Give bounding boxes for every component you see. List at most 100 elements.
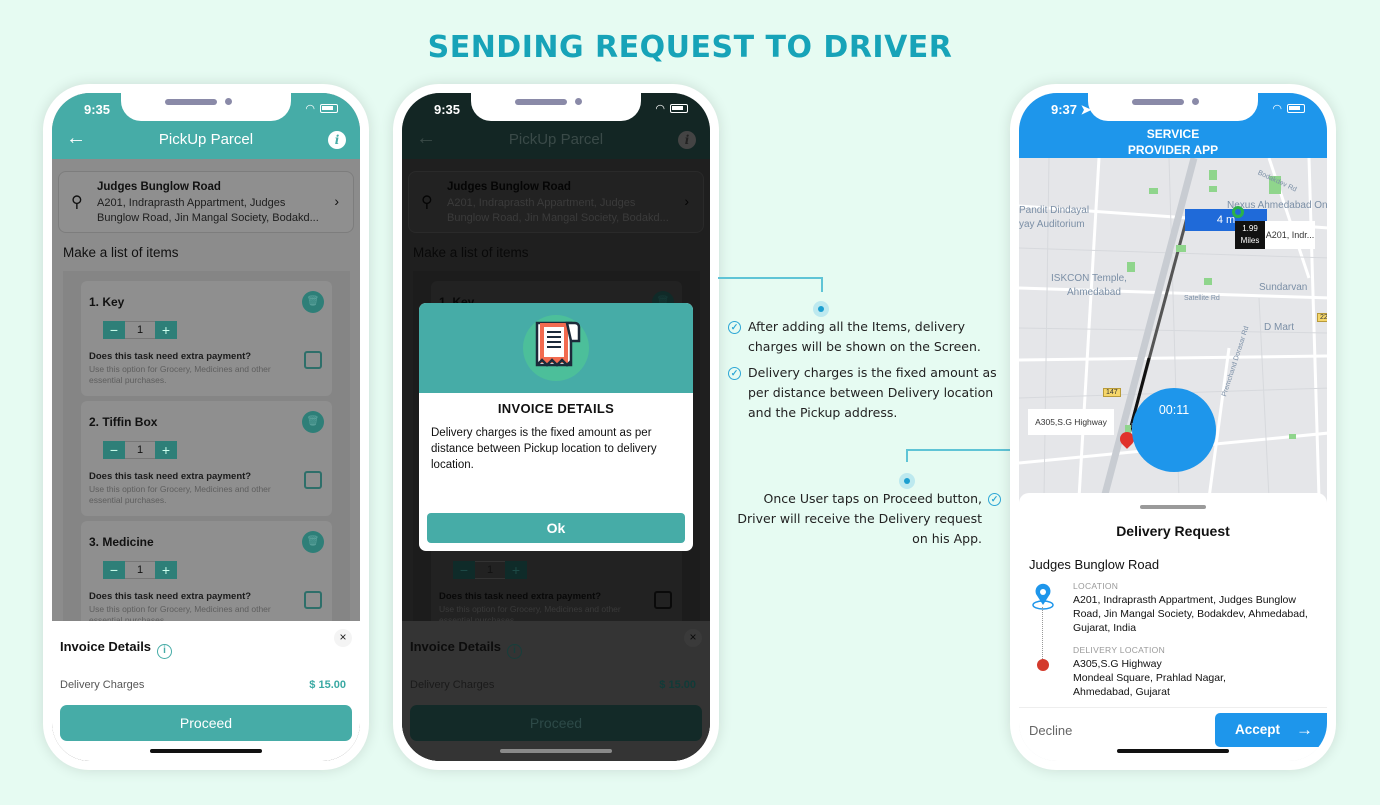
decline-button[interactable]: Decline [1029, 723, 1072, 738]
info-icon[interactable]: i [328, 131, 346, 149]
decrement-button[interactable]: − [103, 561, 125, 579]
info-icon: i [507, 644, 523, 659]
proceed-button[interactable]: Proceed [60, 705, 352, 741]
extra-payment-hint: Use this option for Grocery, Medicines a… [89, 484, 271, 505]
header-title: PickUp Parcel [508, 131, 604, 148]
status-time: 9:37 ➤ [1051, 102, 1092, 117]
delete-icon[interactable]: 🗑 [302, 291, 324, 313]
quantity-value[interactable]: 1 [125, 561, 155, 579]
status-icons: ◠ [655, 102, 688, 115]
home-indicator [1117, 749, 1229, 753]
request-timer: 00:11 [1132, 388, 1216, 472]
info-icon[interactable]: i [157, 644, 173, 659]
drop-label: A305,S.G Highway [1028, 409, 1114, 435]
delivery-charges-value: $ 15.00 [659, 679, 696, 691]
extra-payment-checkbox[interactable] [304, 471, 322, 489]
check-icon: ✓ [988, 493, 1001, 506]
annotation-text: Delivery charges is the fixed amount as … [748, 365, 997, 420]
decrement-button[interactable]: − [103, 321, 125, 339]
battery-icon [670, 104, 688, 113]
home-indicator [150, 749, 262, 753]
location-pin-icon: ⚲ [71, 194, 83, 211]
map-poi: Satellite Rd [1184, 295, 1220, 302]
quantity-stepper: −1 + [103, 441, 177, 459]
extra-payment-checkbox[interactable] [304, 351, 322, 369]
map-poi: Pandit Dindayal [1019, 205, 1090, 216]
location-pin-icon: ⚲ [421, 194, 433, 211]
modal-title: INVOICE DETAILS [497, 401, 615, 416]
decrement-button: − [453, 561, 475, 579]
delivery-location-dot-icon [1037, 659, 1049, 671]
drag-handle[interactable] [1140, 505, 1206, 509]
phone-invoice-modal: 9:35 ◠ ← PickUp Parcel i ⚲ Judges Bunglo… [393, 84, 719, 770]
list-item: 2. Tiffin Box 🗑 −1 + Does this task need … [81, 401, 332, 516]
request-road: Judges Bunglow Road [1029, 557, 1160, 572]
list-item: 3. Medicine 🗑 −1 + Does this task need ex… [81, 521, 332, 636]
address-name: Judges Bunglow Road [97, 181, 221, 193]
phone-pickup-parcel: 9:35 ◠ ← PickUp Parcel i ⚲ Judges Bunglo… [43, 84, 369, 770]
delete-icon[interactable]: 🗑 [302, 411, 324, 433]
annotation-text: After adding all the Items, delivery cha… [748, 319, 981, 354]
arrow-right-icon: → [1296, 720, 1313, 739]
invoice-details-modal: INVOICE DETAILS Delivery charges is the … [419, 303, 693, 551]
accept-button[interactable]: Accept → [1215, 713, 1327, 747]
status-icons: ◠ [1272, 102, 1305, 115]
connector-dot [899, 473, 915, 489]
pickup-pin-icon [1232, 206, 1244, 218]
address-card[interactable]: ⚲ Judges Bunglow Road A201, Indraprasth … [58, 171, 354, 233]
invoice-sheet: Invoice Details i × Delivery Charges $ 15… [402, 621, 710, 761]
quantity-value[interactable]: 1 [125, 441, 155, 459]
item-name: 1. Key [89, 295, 125, 309]
map-poi: Sundarvan [1259, 282, 1308, 293]
wifi-icon: ◠ [305, 103, 315, 115]
map-poi: D Mart [1264, 322, 1294, 333]
item-name: 3. Medicine [89, 535, 154, 549]
invoice-sheet: Invoice Details i × Delivery Charges $ 15… [52, 621, 360, 761]
increment-button[interactable]: + [155, 321, 177, 339]
extra-payment-question: Does this task need extra payment? [89, 471, 252, 482]
delivery-charges-label: Delivery Charges [60, 679, 145, 691]
delivery-charges-label: Delivery Charges [410, 679, 495, 691]
quantity-stepper: −1 + [453, 561, 527, 579]
decrement-button[interactable]: − [103, 441, 125, 459]
check-icon: ✓ [728, 367, 741, 380]
proceed-button: Proceed [410, 705, 702, 741]
check-icon: ✓ [728, 321, 741, 334]
map-poi: Ahmedabad [1067, 287, 1121, 298]
close-icon[interactable]: × [334, 629, 352, 647]
phone-notch [121, 93, 291, 121]
increment-button[interactable]: + [155, 441, 177, 459]
map-poi: ISKCON Temple, [1051, 273, 1127, 284]
modal-body: Delivery charges is the fixed amount as … [431, 427, 657, 471]
annotation-text: Once User taps on Proceed button, Driver… [737, 491, 982, 546]
status-time: 9:35 [434, 102, 461, 117]
wifi-icon: ◠ [1272, 103, 1282, 115]
delete-icon[interactable]: 🗑 [302, 531, 324, 553]
road-badge: 147 [1103, 388, 1121, 397]
increment-button[interactable]: + [155, 561, 177, 579]
chevron-right-icon: › [334, 193, 339, 209]
ok-button[interactable]: Ok [427, 513, 685, 543]
invoice-title: Invoice Details [410, 639, 502, 654]
quantity-value: 1 [475, 561, 505, 579]
road-badge: 228 [1317, 313, 1327, 322]
location-text: A201, Indraprasth Appartment, Judges Bun… [1073, 594, 1308, 634]
connector-line [718, 277, 823, 292]
header-title: PickUp Parcel [158, 131, 254, 148]
extra-payment-checkbox[interactable] [304, 591, 322, 609]
home-indicator [500, 749, 612, 753]
list-heading: Make a list of items [63, 245, 179, 260]
quantity-stepper: −1 + [103, 561, 177, 579]
phone-service-provider: 9:37 ➤ ◠ SERVICE PROVIDER APP Pandit Din… [1010, 84, 1336, 770]
info-icon: i [678, 131, 696, 149]
status-time: 9:35 [84, 102, 111, 117]
address-line: A201, Indraprasth Appartment, Judges Bun… [447, 197, 669, 224]
location-label: LOCATION [1073, 581, 1119, 591]
extra-payment-question: Does this task need extra payment? [89, 591, 252, 602]
list-heading: Make a list of items [413, 245, 529, 260]
pickup-label: A201, Indr... [1265, 221, 1315, 249]
quantity-value[interactable]: 1 [125, 321, 155, 339]
status-icons: ◠ [305, 102, 338, 115]
phone-notch [1088, 93, 1258, 121]
header-title: SERVICE PROVIDER APP [1127, 127, 1219, 157]
